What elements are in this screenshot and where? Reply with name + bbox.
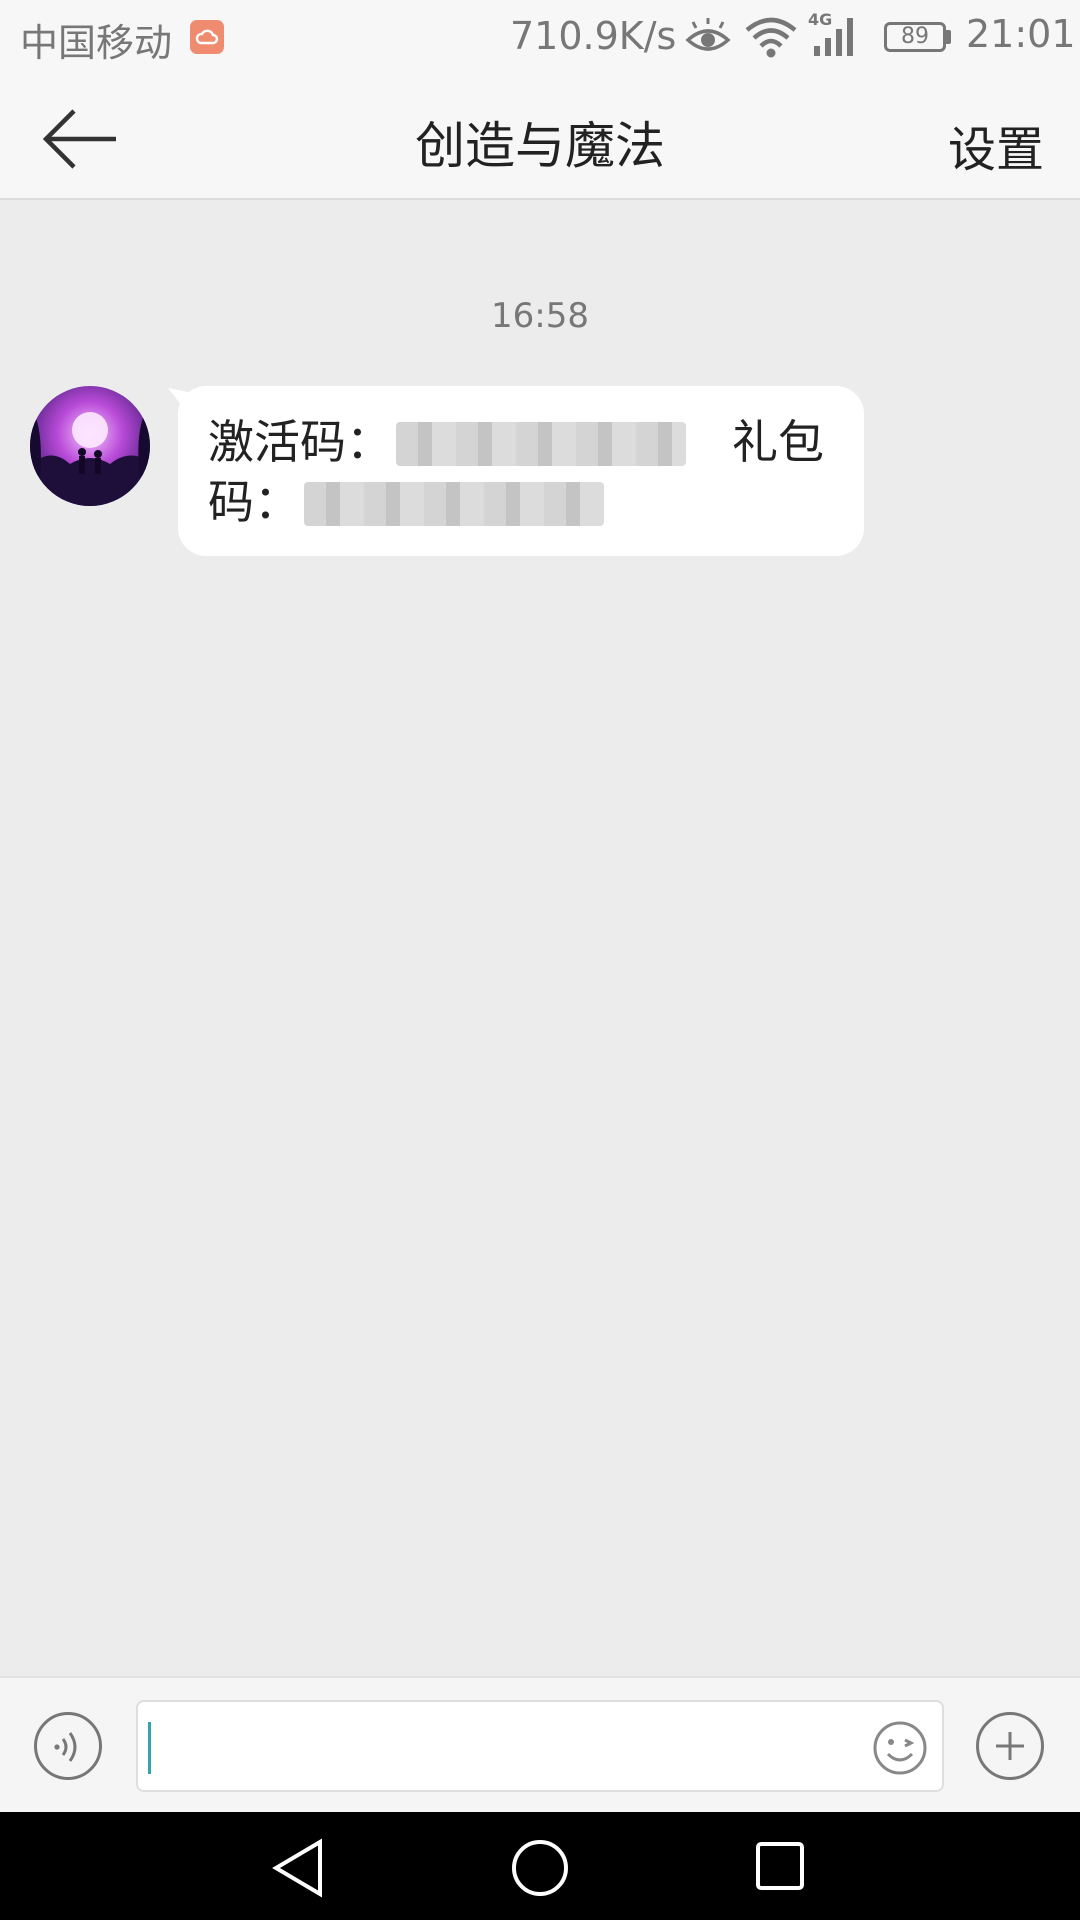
eye-icon xyxy=(684,18,732,67)
plus-icon xyxy=(996,1732,1024,1760)
square-recent-icon[interactable] xyxy=(754,1840,806,1896)
message-input[interactable] xyxy=(136,1700,944,1792)
settings-button[interactable]: 设置 xyxy=(948,110,1044,180)
carrier-name: 中国移动 xyxy=(20,21,173,65)
text-caret xyxy=(148,1722,151,1774)
chat-header: 创造与魔法 设置 xyxy=(0,76,1080,200)
page-title: 创造与魔法 xyxy=(415,117,665,175)
gift-code-label-part2: 码： xyxy=(208,475,300,529)
voice-button[interactable] xyxy=(34,1712,102,1780)
cloud-icon xyxy=(190,20,224,54)
status-time: 21:01 xyxy=(966,12,1076,56)
voice-icon xyxy=(54,1732,77,1762)
signal-icon xyxy=(808,12,860,67)
message-timestamp: 16:58 xyxy=(491,296,589,336)
avatar[interactable] xyxy=(30,386,150,506)
circle-home-icon[interactable] xyxy=(510,1838,570,1902)
triangle-back-icon[interactable] xyxy=(270,1838,326,1902)
emoji-icon[interactable] xyxy=(872,1720,928,1780)
more-button[interactable] xyxy=(976,1712,1044,1780)
battery-icon xyxy=(946,30,951,44)
redacted-gift-code xyxy=(304,482,604,526)
wifi-icon xyxy=(744,14,798,67)
message-bubble[interactable]: 激活码： 礼包 码： xyxy=(178,386,864,556)
system-nav-bar xyxy=(0,1812,1080,1920)
activation-code-label: 激活码： xyxy=(208,415,392,469)
status-bar: 中国移动 710.9K/s 4G 89 21:01 xyxy=(0,0,1080,76)
battery-level: 89 xyxy=(884,22,946,52)
network-speed: 710.9K/s xyxy=(510,14,677,58)
redacted-activation-code xyxy=(396,422,686,466)
input-bar xyxy=(0,1676,1080,1812)
gift-code-label-part1: 礼包 xyxy=(732,415,824,469)
